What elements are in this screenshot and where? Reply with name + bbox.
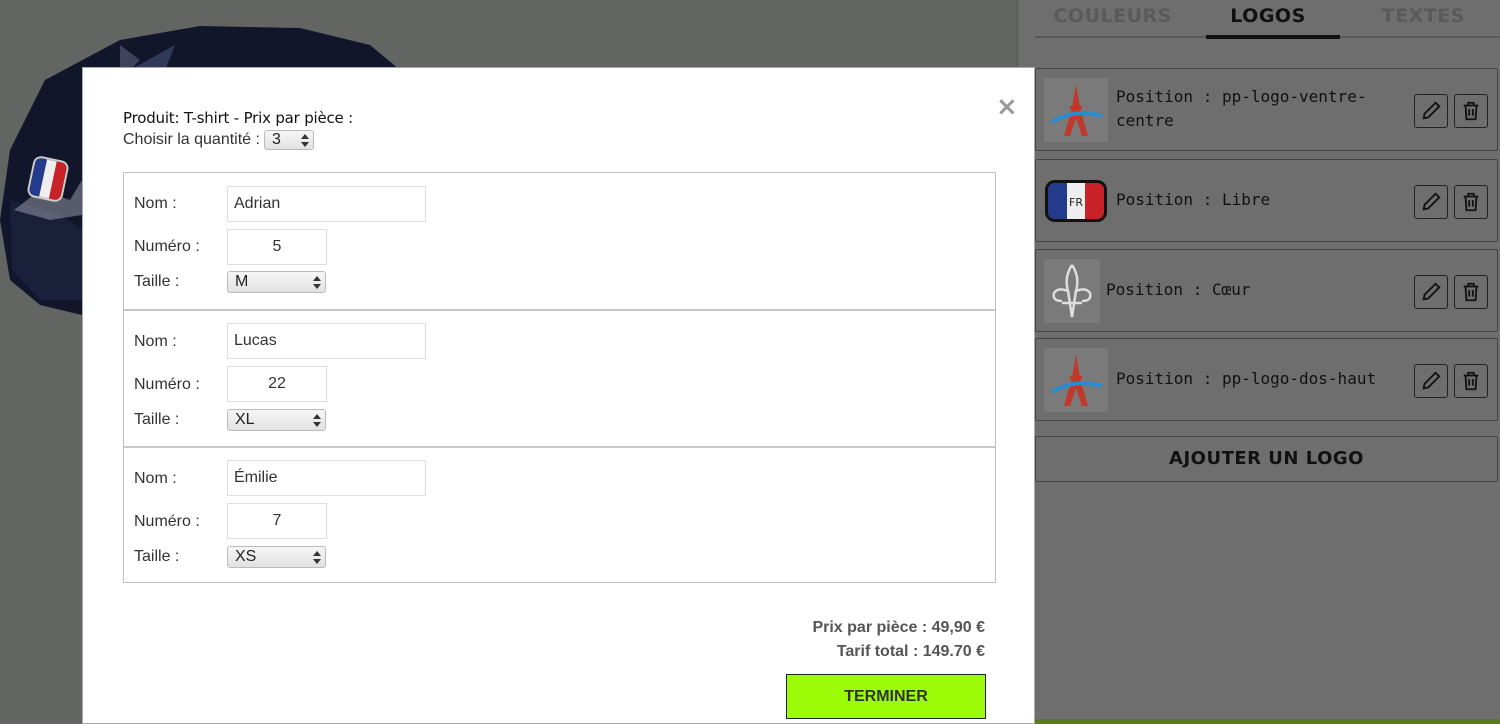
pencil-icon	[1422, 371, 1441, 390]
total-price: Tarif total : 149.70 €	[836, 643, 985, 660]
logo-position-label: Position : pp-logo-ventre- centre	[1116, 87, 1367, 130]
select-arrows-icon	[300, 133, 309, 147]
name-label: Nom :	[134, 195, 177, 212]
edit-logo-button[interactable]	[1414, 185, 1448, 219]
customizer-panel: COULEURS LOGOS TEXTES Position : pp-logo…	[1017, 0, 1500, 724]
fleur-de-lis-icon	[1044, 259, 1100, 323]
size-label: Taille :	[134, 411, 180, 428]
quantity-row: Choisir la quantité : 3	[123, 130, 314, 150]
product-label: Produit: T-shirt - Prix par pièce :	[123, 109, 354, 127]
size-select[interactable]: XS	[227, 546, 326, 568]
size-value: XL	[235, 411, 255, 428]
finish-button[interactable]: TERMINER	[786, 674, 986, 719]
pencil-icon	[1422, 192, 1441, 211]
tab-textes[interactable]: TEXTES	[1346, 0, 1500, 36]
player-entry: Nom : Adrian Numéro : 5 Taille : M	[124, 173, 995, 310]
size-value: XS	[235, 548, 257, 565]
add-logo-button[interactable]: AJOUTER UN LOGO	[1035, 436, 1498, 482]
trash-icon	[1463, 371, 1479, 391]
size-value: M	[235, 273, 249, 290]
number-input[interactable]: 22	[227, 366, 327, 402]
player-entry: Nom : Lucas Numéro : 22 Taille : XL	[124, 309, 995, 446]
size-label: Taille :	[134, 548, 180, 565]
price-per-piece: Prix par pièce : 49,90 €	[812, 619, 985, 636]
edit-logo-button[interactable]	[1414, 364, 1448, 398]
number-label: Numéro :	[134, 238, 200, 255]
name-input[interactable]: Lucas	[227, 323, 426, 359]
pencil-icon	[1422, 101, 1441, 120]
select-arrows-icon	[313, 413, 321, 427]
number-input[interactable]: 5	[227, 229, 327, 265]
flag-text: FR	[1069, 196, 1083, 209]
quantity-label: Choisir la quantité :	[123, 131, 260, 148]
name-label: Nom :	[134, 470, 177, 487]
pencil-icon	[1422, 282, 1441, 301]
player-entry: Nom : Émilie Numéro : 7 Taille : XS	[124, 446, 995, 583]
logo-position-label: Position : Cœur	[1106, 280, 1251, 299]
order-modal: × Produit: T-shirt - Prix par pièce : Ch…	[82, 67, 1035, 724]
edit-logo-button[interactable]	[1414, 94, 1448, 128]
logo-position-label: Position : Libre	[1116, 190, 1271, 209]
delete-logo-button[interactable]	[1454, 185, 1488, 219]
size-select[interactable]: XL	[227, 409, 326, 431]
number-label: Numéro :	[134, 513, 200, 530]
edit-logo-button[interactable]	[1414, 275, 1448, 309]
number-input[interactable]: 7	[227, 503, 327, 539]
number-label: Numéro :	[134, 376, 200, 393]
name-label: Nom :	[134, 333, 177, 350]
trash-icon	[1463, 192, 1479, 212]
logo-item: Position : Cœur	[1035, 249, 1498, 332]
size-label: Taille :	[134, 273, 180, 290]
logo-item: FR Position : Libre	[1035, 159, 1498, 242]
quantity-value: 3	[271, 131, 281, 148]
delete-logo-button[interactable]	[1454, 275, 1488, 309]
tab-bar: COULEURS LOGOS TEXTES	[1035, 0, 1500, 39]
bottom-action-strip[interactable]	[1035, 719, 1500, 724]
select-arrows-icon	[313, 550, 321, 564]
close-icon[interactable]: ×	[996, 94, 1018, 120]
quantity-select[interactable]: 3	[263, 130, 314, 150]
delete-logo-button[interactable]	[1454, 364, 1488, 398]
size-select[interactable]: M	[227, 271, 326, 293]
tab-couleurs[interactable]: COULEURS	[1035, 0, 1190, 36]
logo-item: Position : pp-logo-dos-haut	[1035, 338, 1498, 421]
select-arrows-icon	[313, 275, 321, 289]
name-input[interactable]: Adrian	[227, 186, 426, 222]
france-flag-icon: FR	[1044, 169, 1108, 233]
eiffel-logo-icon	[1044, 348, 1108, 412]
name-input[interactable]: Émilie	[227, 460, 426, 496]
logo-item: Position : pp-logo-ventre- centre	[1035, 68, 1498, 151]
players-list: Nom : Adrian Numéro : 5 Taille : M Nom :…	[123, 172, 996, 583]
eiffel-logo-icon	[1044, 78, 1108, 142]
delete-logo-button[interactable]	[1454, 94, 1488, 128]
tab-logos[interactable]: LOGOS	[1190, 0, 1345, 39]
logo-position-label: Position : pp-logo-dos-haut	[1116, 369, 1377, 388]
trash-icon	[1463, 282, 1479, 302]
trash-icon	[1463, 101, 1479, 121]
